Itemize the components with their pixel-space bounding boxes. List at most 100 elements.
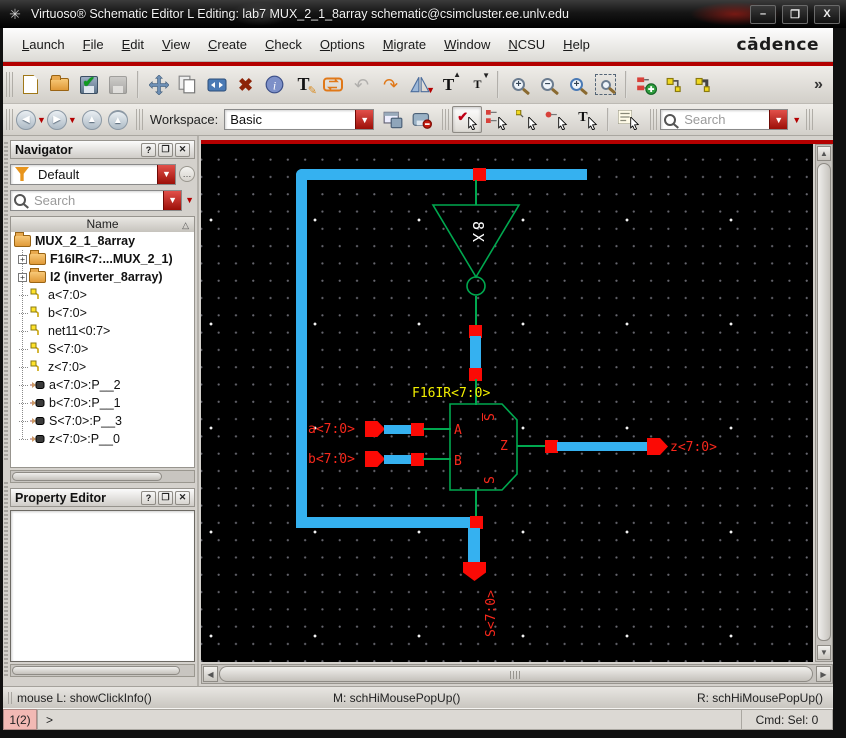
horizontal-scrollbar[interactable]: ◀ ▶	[201, 664, 833, 684]
bus-z[interactable]	[557, 442, 649, 451]
zoom-fit-icon[interactable]: +	[562, 70, 591, 99]
port-z-label[interactable]: z<7:0>	[670, 440, 717, 455]
tree-item-net-s[interactable]: S<7:0>	[19, 340, 194, 358]
scroll-right-icon[interactable]: ▶	[816, 666, 831, 682]
save-icon[interactable]	[103, 70, 132, 99]
toolbar-grip[interactable]	[135, 108, 143, 131]
back-dropdown-icon[interactable]: ▼	[37, 115, 46, 125]
top-icon[interactable]: ▲	[107, 109, 128, 130]
navigator-search-box[interactable]: Search ▼	[10, 189, 183, 211]
wire-b[interactable]	[423, 458, 451, 460]
zoom-out-icon[interactable]: −	[533, 70, 562, 99]
bus-s[interactable]	[468, 528, 480, 564]
create-instance-icon[interactable]	[632, 70, 661, 99]
navigator-header[interactable]: Navigator ? ❐ ✕	[10, 140, 195, 159]
tree-horizontal-scrollbar[interactable]	[10, 470, 195, 483]
inverter-instance-label[interactable]: 8X	[467, 215, 487, 251]
menu-migrate[interactable]: Migrate	[374, 33, 435, 56]
menu-view[interactable]: View	[153, 33, 199, 56]
expand-icon[interactable]: +	[18, 254, 27, 264]
port-a-label[interactable]: a<7:0>	[308, 422, 355, 437]
menu-edit[interactable]: Edit	[113, 33, 153, 56]
new-cellview-icon[interactable]	[16, 70, 45, 99]
more-tools-icon[interactable]: »	[804, 70, 833, 99]
property-editor-body[interactable]	[10, 510, 195, 662]
port-z-pin[interactable]	[647, 438, 668, 455]
filter-dropdown-icon[interactable]: ▼	[157, 164, 175, 184]
check-and-save-icon[interactable]: ✔	[74, 70, 103, 99]
menu-create[interactable]: Create	[199, 33, 256, 56]
port-b-pin[interactable]	[365, 451, 385, 467]
tree-item-mux-2-1-8array[interactable]: MUX_2_1_8array	[11, 232, 194, 250]
navigator-grip[interactable]	[4, 142, 8, 462]
schematic-canvas[interactable]: 8X F16IR<7:0> A B Z S S a<7:0> b<7:0> z<…	[201, 144, 813, 662]
tree-item-pin-a[interactable]: a<7:0>:P__2	[19, 376, 194, 394]
title-bar[interactable]: ✳ Virtuoso® Schematic Editor L Editing: …	[0, 0, 846, 28]
maximize-button[interactable]: ❐	[782, 4, 808, 24]
vertical-scroll-thumb[interactable]	[817, 163, 831, 641]
toolbar-grip[interactable]	[6, 108, 13, 131]
save-workspace-icon[interactable]	[378, 105, 407, 134]
bus-wire-left[interactable]	[296, 169, 307, 528]
stretch-icon[interactable]	[202, 70, 231, 99]
menu-options[interactable]: Options	[311, 33, 374, 56]
zoom-selected-icon[interactable]	[591, 70, 620, 99]
select-instance-mode-icon[interactable]	[482, 106, 512, 133]
navigator-help-icon[interactable]: ?	[141, 142, 156, 157]
tree-item-pin-b[interactable]: b<7:0>:P__1	[19, 394, 194, 412]
workspace-select[interactable]: Basic ▼	[224, 109, 375, 130]
scroll-left-icon[interactable]: ◀	[203, 666, 218, 682]
redo-icon[interactable]: ↷	[376, 70, 405, 99]
horizontal-scroll-thumb[interactable]	[219, 666, 813, 682]
properties-icon[interactable]: i	[260, 70, 289, 99]
property-editor-header[interactable]: Property Editor ? ❐ ✕	[10, 488, 195, 507]
delete-workspace-icon[interactable]	[407, 105, 436, 134]
bus-wire-bottom[interactable]	[296, 517, 482, 528]
zoom-in-icon[interactable]: +	[504, 70, 533, 99]
property-editor-horizontal-scrollbar[interactable]	[10, 664, 195, 677]
tree-item-i2-inverter-8array[interactable]: + I2 (inverter_8array)	[18, 268, 194, 286]
navigator-filter-select[interactable]: Default ▼	[10, 163, 176, 185]
port-a-pin[interactable]	[365, 421, 385, 437]
edit-text-icon[interactable]: T ✎	[289, 70, 318, 99]
select-text-mode-icon[interactable]: T	[572, 106, 602, 133]
minimize-button[interactable]: –	[750, 4, 776, 24]
port-s-label[interactable]: S<7:0>	[484, 590, 499, 637]
expand-icon[interactable]: +	[18, 272, 27, 282]
command-input[interactable]: >	[37, 709, 741, 730]
workspace-dropdown-icon[interactable]: ▼	[355, 110, 374, 129]
forward-icon[interactable]: ▶	[46, 109, 67, 130]
tree-column-header[interactable]: Name △	[10, 216, 195, 233]
wire-a[interactable]	[423, 428, 451, 430]
menu-ncsu[interactable]: NCSU	[499, 33, 554, 56]
filter-options-button[interactable]: …	[179, 166, 195, 182]
tree-item-net-a[interactable]: a<7:0>	[19, 286, 194, 304]
property-editor-close-icon[interactable]: ✕	[175, 490, 190, 505]
bus-a[interactable]	[384, 425, 414, 434]
shrink-text-icon[interactable]: T ▼	[463, 70, 492, 99]
rotate-mirror-icon[interactable]: ▼	[405, 70, 435, 99]
vertical-scrollbar[interactable]: ▲ ▼	[815, 144, 833, 662]
bus-segment-mid[interactable]	[470, 336, 481, 370]
tree-item-f16ir[interactable]: + F16IR<7:...MUX_2_1)	[18, 250, 194, 268]
property-editor-grip[interactable]	[4, 482, 8, 678]
mux-instance-label[interactable]: F16IR<7:0>	[412, 386, 490, 401]
copy-icon[interactable]	[173, 70, 202, 99]
toolbar-grip[interactable]	[6, 71, 13, 98]
toolbar-grip[interactable]	[650, 108, 658, 131]
menu-help[interactable]: Help	[554, 33, 599, 56]
port-s-pin[interactable]	[463, 562, 486, 581]
menu-check[interactable]: Check	[256, 33, 311, 56]
create-wire-icon[interactable]	[661, 70, 690, 99]
tree-item-pin-s[interactable]: S<7:0>:P__3	[19, 412, 194, 430]
scroll-down-icon[interactable]: ▼	[817, 645, 831, 660]
delete-icon[interactable]: ✖	[231, 70, 260, 99]
menu-window[interactable]: Window	[435, 33, 499, 56]
select-pin-mode-icon[interactable]	[542, 106, 572, 133]
navigator-close-icon[interactable]: ✕	[175, 142, 190, 157]
search-dropdown-icon[interactable]: ▼	[769, 110, 788, 129]
wire-inverter-output[interactable]	[475, 296, 477, 327]
toolbar-grip[interactable]	[806, 108, 814, 131]
property-editor-help-icon[interactable]: ?	[141, 490, 156, 505]
wire-mux-bottom[interactable]	[475, 490, 477, 518]
